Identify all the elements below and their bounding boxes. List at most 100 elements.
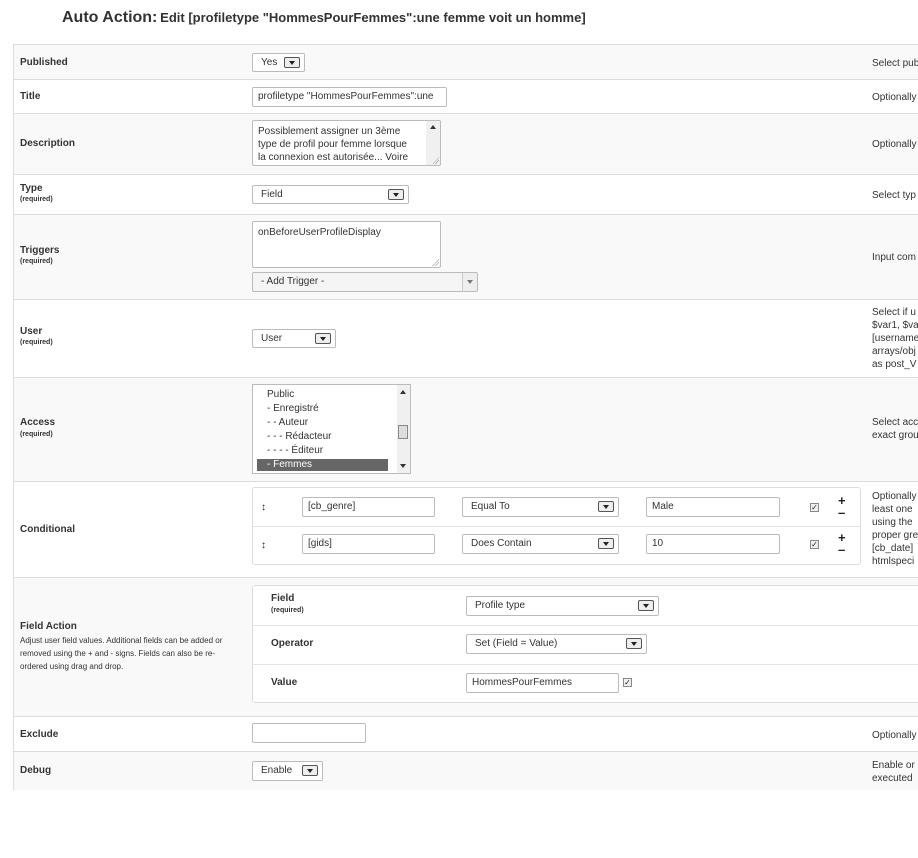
drag-handle-icon[interactable]: ↕ [261, 502, 266, 513]
help-line: using the [872, 517, 913, 528]
page-subtitle: Edit [profiletype "HommesPourFemmes":une… [160, 10, 586, 25]
conditional-help: Optionally least one using the proper gr… [872, 490, 918, 568]
field-action-operator-row: Operator Set (Field = Value) [253, 625, 918, 665]
published-select[interactable]: Yes [252, 53, 305, 72]
access-listbox[interactable]: Public - Enregistré - - Auteur - - - Réd… [252, 384, 411, 474]
debug-label: Debug [20, 765, 52, 776]
resize-grip-icon[interactable] [432, 259, 439, 266]
row-description: Description Possiblement assigner un 3èm… [14, 114, 918, 175]
access-option[interactable]: - - - Rédacteur [257, 431, 388, 443]
type-select[interactable]: Field [252, 185, 409, 204]
user-label: User [20, 326, 43, 337]
help-line: ordered using drag and drop. [20, 662, 124, 671]
debug-value: Enable [261, 765, 293, 776]
page-header: Auto Action: Edit [profiletype "HommesPo… [62, 9, 586, 27]
condition-checkbox[interactable]: ✓ [810, 503, 819, 512]
help-line: Enable or [872, 760, 915, 771]
title-label: Title [20, 91, 41, 102]
condition-operator-select[interactable]: Does Contain [462, 534, 619, 554]
help-line: executed [872, 773, 913, 784]
conditional-panel: ↕ [cb_genre] Equal To Male ✓ + – ↕ [gids [252, 487, 861, 565]
type-required: (required) [20, 196, 53, 203]
conditional-row: ↕ [gids] Does Contain 10 ✓ + – [253, 526, 860, 564]
chevron-down-icon [626, 638, 642, 649]
access-option[interactable]: - - Auteur [257, 417, 388, 429]
condition-operator-value: Equal To [471, 501, 510, 512]
help-line: arrays/obj [872, 346, 916, 357]
help-line: least one [872, 504, 913, 515]
type-value: Field [261, 189, 283, 200]
exclude-input[interactable] [252, 723, 366, 743]
minus-icon[interactable]: – [838, 506, 845, 519]
field-action-help: Adjust user field values. Additional fie… [20, 634, 222, 673]
scroll-down-icon[interactable] [400, 464, 406, 468]
fa-field-select[interactable]: Profile type [466, 596, 659, 616]
title-help: Optionally [872, 92, 917, 103]
triggers-textarea[interactable]: onBeforeUserProfileDisplay [252, 221, 441, 268]
help-line: Select if u [872, 307, 916, 318]
exclude-help: Optionally [872, 730, 917, 741]
access-required: (required) [20, 431, 53, 438]
chevron-down-icon [598, 501, 614, 512]
field-action-value-row: Value HommesPourFemmes ✓ [253, 664, 918, 702]
type-label: Type [20, 183, 43, 194]
description-line: la connexion est autorisée... Voire [258, 152, 409, 163]
condition-field-input[interactable]: [gids] [302, 534, 435, 554]
resize-grip-icon[interactable] [432, 157, 439, 164]
scroll-up-icon[interactable] [400, 390, 406, 394]
minus-icon[interactable]: – [838, 543, 845, 556]
field-action-field-row: Field (required) Profile type [253, 586, 918, 626]
condition-value-input[interactable]: 10 [646, 534, 780, 554]
debug-select[interactable]: Enable [252, 761, 323, 781]
chevron-down-icon [462, 273, 477, 291]
access-option[interactable]: - - - - Éditeur [257, 445, 388, 457]
field-action-panel: Field (required) Profile type Operator S… [252, 585, 918, 703]
access-option[interactable]: - Enregistré [257, 403, 388, 415]
fa-field-value: Profile type [475, 600, 526, 611]
exclude-label: Exclude [20, 729, 59, 740]
drag-handle-icon[interactable]: ↕ [261, 540, 266, 551]
scroll-up-icon[interactable] [430, 125, 436, 129]
type-help: Select typ [872, 190, 916, 201]
access-help: Select acc exact grou [872, 416, 918, 442]
access-label: Access [20, 417, 56, 428]
condition-value: Male [652, 501, 674, 512]
fa-field-required: (required) [271, 607, 304, 614]
add-trigger-select[interactable]: - Add Trigger - [252, 272, 478, 292]
access-option[interactable]: Public [257, 389, 388, 401]
fa-operator-select[interactable]: Set (Field = Value) [466, 634, 647, 654]
chevron-down-icon [302, 765, 318, 776]
triggers-required: (required) [20, 258, 53, 265]
field-action-label: Field Action [20, 621, 77, 632]
access-scrollbar[interactable] [397, 385, 410, 473]
fa-value-input[interactable]: HommesPourFemmes [466, 673, 619, 693]
title-input[interactable]: profiletype "HommesPourFemmes":une [252, 87, 447, 107]
help-line: [username [872, 333, 918, 344]
conditional-row: ↕ [cb_genre] Equal To Male ✓ + – [253, 488, 860, 527]
add-trigger-placeholder: - Add Trigger - [261, 276, 325, 287]
help-line: Select acc [872, 417, 918, 428]
condition-field-value: [gids] [308, 538, 332, 549]
row-access: Access (required) Public - Enregistré - … [14, 378, 918, 482]
description-textarea[interactable]: Possiblement assigner un 3ème type de pr… [252, 120, 441, 166]
condition-field-value: [cb_genre] [308, 501, 356, 512]
help-line: as post_V [872, 359, 917, 370]
fa-value-label: Value [271, 677, 298, 688]
access-option-selected[interactable]: - Femmes [257, 459, 388, 471]
condition-value-input[interactable]: Male [646, 497, 780, 517]
row-title: Title profiletype "HommesPourFemmes":une… [14, 80, 918, 114]
chevron-down-icon [388, 189, 404, 200]
fa-operator-label: Operator [271, 638, 314, 649]
row-triggers: Triggers (required) onBeforeUserProfileD… [14, 215, 918, 300]
triggers-label: Triggers [20, 245, 60, 256]
row-published: Published Yes Select pub [14, 45, 918, 80]
scroll-thumb[interactable] [398, 425, 408, 439]
condition-field-input[interactable]: [cb_genre] [302, 497, 435, 517]
user-select[interactable]: User [252, 329, 336, 348]
condition-operator-value: Does Contain [471, 538, 532, 549]
condition-operator-select[interactable]: Equal To [462, 497, 619, 517]
fa-value-checkbox[interactable]: ✓ [623, 678, 632, 687]
page-title: Auto Action: [62, 9, 158, 26]
condition-checkbox[interactable]: ✓ [810, 540, 819, 549]
description-line: Possiblement assigner un 3ème [258, 126, 401, 137]
